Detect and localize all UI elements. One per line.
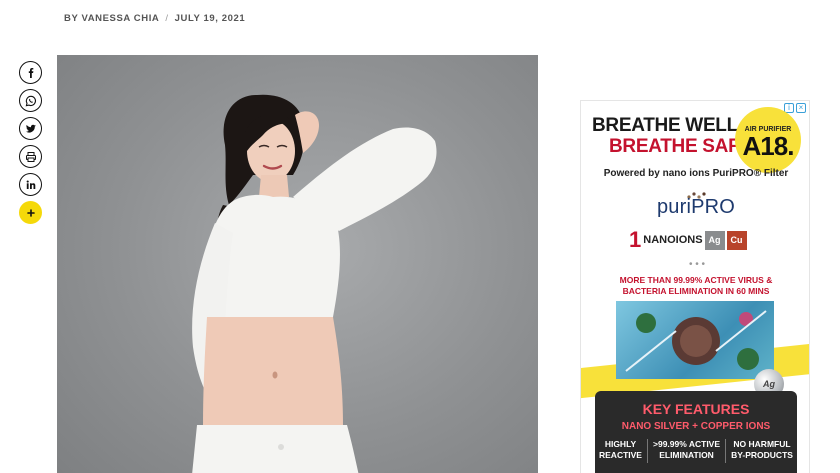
hero-photo-illustration	[192, 94, 437, 473]
share-more-button[interactable]	[19, 201, 42, 224]
ad-nano-number: 1	[629, 227, 642, 252]
ad-headline-2: BREATHE SAFE	[609, 136, 752, 157]
ad-banner[interactable]: i × BREATHE WELL BREATHE SAFE AIR PURIFI…	[580, 100, 810, 473]
byline-date: JULY 19, 2021	[174, 13, 246, 24]
print-icon	[25, 151, 36, 162]
ad-feature-line: ELIMINATION	[659, 450, 714, 461]
ad-close-icon[interactable]: ×	[796, 103, 806, 113]
ad-feature-item: >99.99% ACTIVE ELIMINATION	[650, 439, 723, 463]
article-page: BY VANESSA CHIA / JULY 19, 2021 i × BREA…	[0, 0, 840, 473]
ad-headline-1: BREATHE WELL	[592, 115, 738, 136]
ad-element-copper: Cu	[726, 230, 747, 250]
twitter-icon	[25, 124, 36, 133]
byline-separator: /	[165, 13, 169, 24]
ad-feature-line: HIGHLY	[604, 439, 637, 449]
byline: BY VANESSA CHIA / JULY 19, 2021	[64, 13, 245, 24]
share-twitter-button[interactable]	[19, 117, 42, 140]
ad-feature-line: BY-PRODUCTS	[731, 450, 793, 461]
share-whatsapp-button[interactable]	[19, 89, 42, 112]
ad-feature-item: NO HARMFUL BY-PRODUCTS	[728, 439, 796, 463]
ad-feature-item: HIGHLY REACTIVE	[596, 439, 645, 463]
share-rail	[19, 61, 42, 224]
ad-claim: MORE THAN 99.99% ACTIVE VIRUS & BACTERIA…	[581, 275, 809, 296]
ad-brand-name: puriPRO	[656, 196, 736, 218]
ad-badge-model: A18.	[742, 130, 795, 161]
ad-nano-ions: 1 NANOIONS Ag Cu	[629, 229, 747, 251]
ad-choices[interactable]: i ×	[784, 103, 806, 113]
ad-feature-line: REACTIVE	[599, 450, 642, 461]
ad-powered-by: Powered by nano ions PuriPRO® Filter	[603, 168, 789, 179]
ad-nano-label: NANOIONS	[643, 234, 703, 246]
ad-key-title: KEY FEATURES	[642, 401, 750, 417]
ad-feature-divider	[725, 439, 727, 463]
ad-element-silver: Ag	[704, 230, 725, 250]
plus-icon	[26, 208, 35, 217]
whatsapp-icon	[25, 95, 36, 106]
share-facebook-button[interactable]	[19, 61, 42, 84]
facebook-icon	[28, 67, 33, 78]
share-print-button[interactable]	[19, 145, 42, 168]
ad-feature-row: HIGHLY REACTIVE >99.99% ACTIVE ELIMINATI…	[595, 439, 797, 463]
hero-image	[57, 55, 538, 473]
ad-feature-divider	[647, 439, 648, 463]
ad-product-visual	[616, 301, 774, 379]
virus-illustration	[625, 310, 767, 372]
ad-claim-line-1: MORE THAN 99.99% ACTIVE VIRUS &	[619, 275, 773, 285]
linkedin-icon	[26, 180, 35, 189]
share-linkedin-button[interactable]	[19, 173, 42, 196]
ad-claim-line-2: BACTERIA ELIMINATION IN 60 MINS	[622, 285, 770, 296]
ad-feature-line: NO HARMFUL	[733, 439, 791, 449]
ad-key-subtitle: NANO SILVER + COPPER IONS	[621, 421, 771, 432]
ad-key-features: KEY FEATURES NANO SILVER + COPPER IONS H…	[595, 391, 797, 473]
ad-product-badge: AIR PURIFIER A18.	[735, 107, 801, 173]
ad-divider-dots: • • •	[689, 259, 706, 270]
byline-author[interactable]: BY VANESSA CHIA	[64, 13, 159, 24]
ad-feature-line: >99.99% ACTIVE	[653, 439, 721, 449]
